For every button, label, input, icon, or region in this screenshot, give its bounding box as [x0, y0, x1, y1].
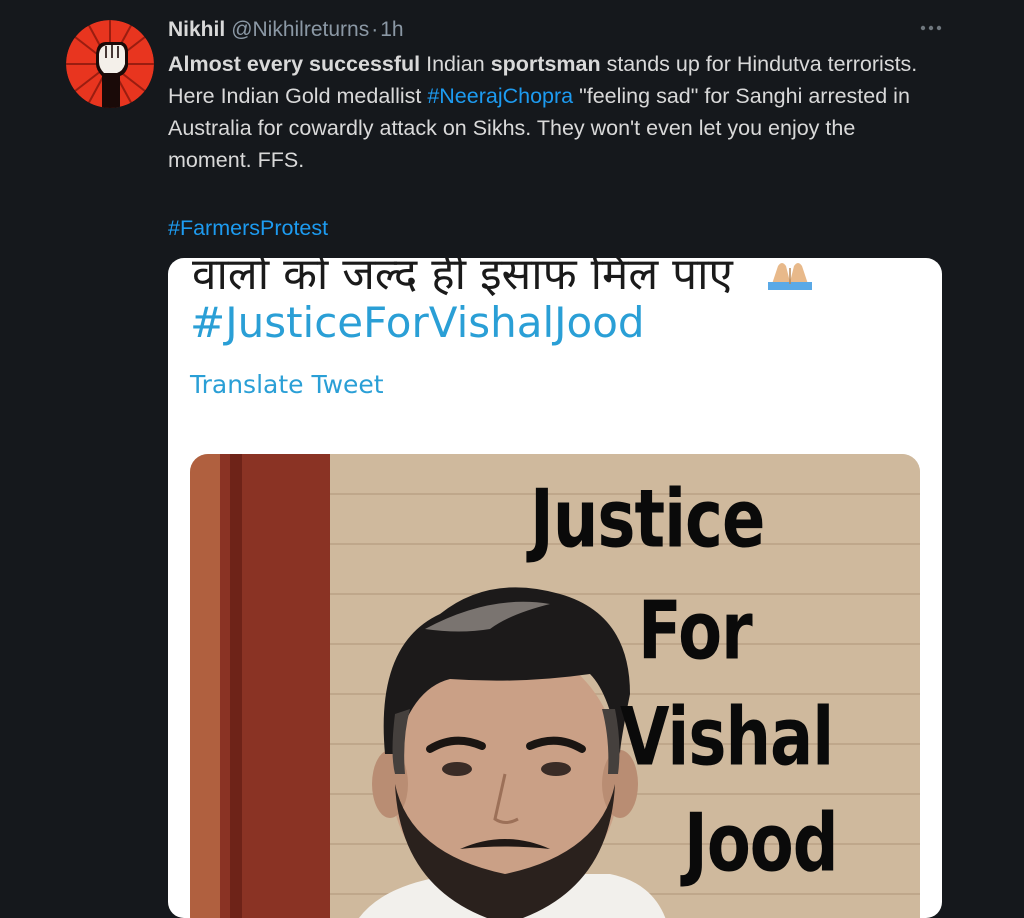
- folded-hands-emoji: [768, 263, 812, 290]
- more-horizontal-icon: [920, 25, 942, 31]
- poster-text-vishal: Vishal: [620, 692, 834, 785]
- user-handle[interactable]: @Nikhilreturns: [231, 18, 369, 42]
- poster-text-jood: Jood: [684, 798, 839, 891]
- avatar[interactable]: [66, 20, 154, 108]
- poster-text-for: For: [638, 586, 753, 679]
- display-name[interactable]: Nikhil: [168, 18, 225, 42]
- poster-image: Justice For Vishal Jood: [190, 454, 920, 918]
- tweet-header: Nikhil @Nikhilreturns · 1h: [168, 16, 404, 44]
- text-bold-2: sportsman: [490, 52, 601, 76]
- embedded-media-card[interactable]: वालों को जल्द ही इंसाफ मिल पाए #JusticeF…: [168, 258, 942, 918]
- more-options-button[interactable]: [916, 14, 946, 42]
- translate-tweet-link[interactable]: Translate Tweet: [190, 370, 384, 399]
- tweet-text: Almost every successful Indian sportsman…: [168, 48, 928, 176]
- poster-text-justice: Justice: [530, 474, 765, 567]
- hashtag-farmersprotest[interactable]: #FarmersProtest: [168, 212, 328, 244]
- text-normal-1: Indian: [420, 52, 491, 76]
- separator-dot: ·: [371, 18, 379, 41]
- tweet-time[interactable]: 1h: [380, 18, 403, 42]
- raised-fist-icon: [66, 20, 154, 108]
- text-bold-1: Almost every successful: [168, 52, 421, 76]
- hashtag-justiceforvishaljood[interactable]: #JusticeForVishalJood: [190, 298, 645, 347]
- hindi-text: वालों को जल्द ही इंसाफ मिल पाए: [192, 258, 733, 300]
- hashtag-neerajchopra[interactable]: #NeerajChopra: [427, 84, 573, 108]
